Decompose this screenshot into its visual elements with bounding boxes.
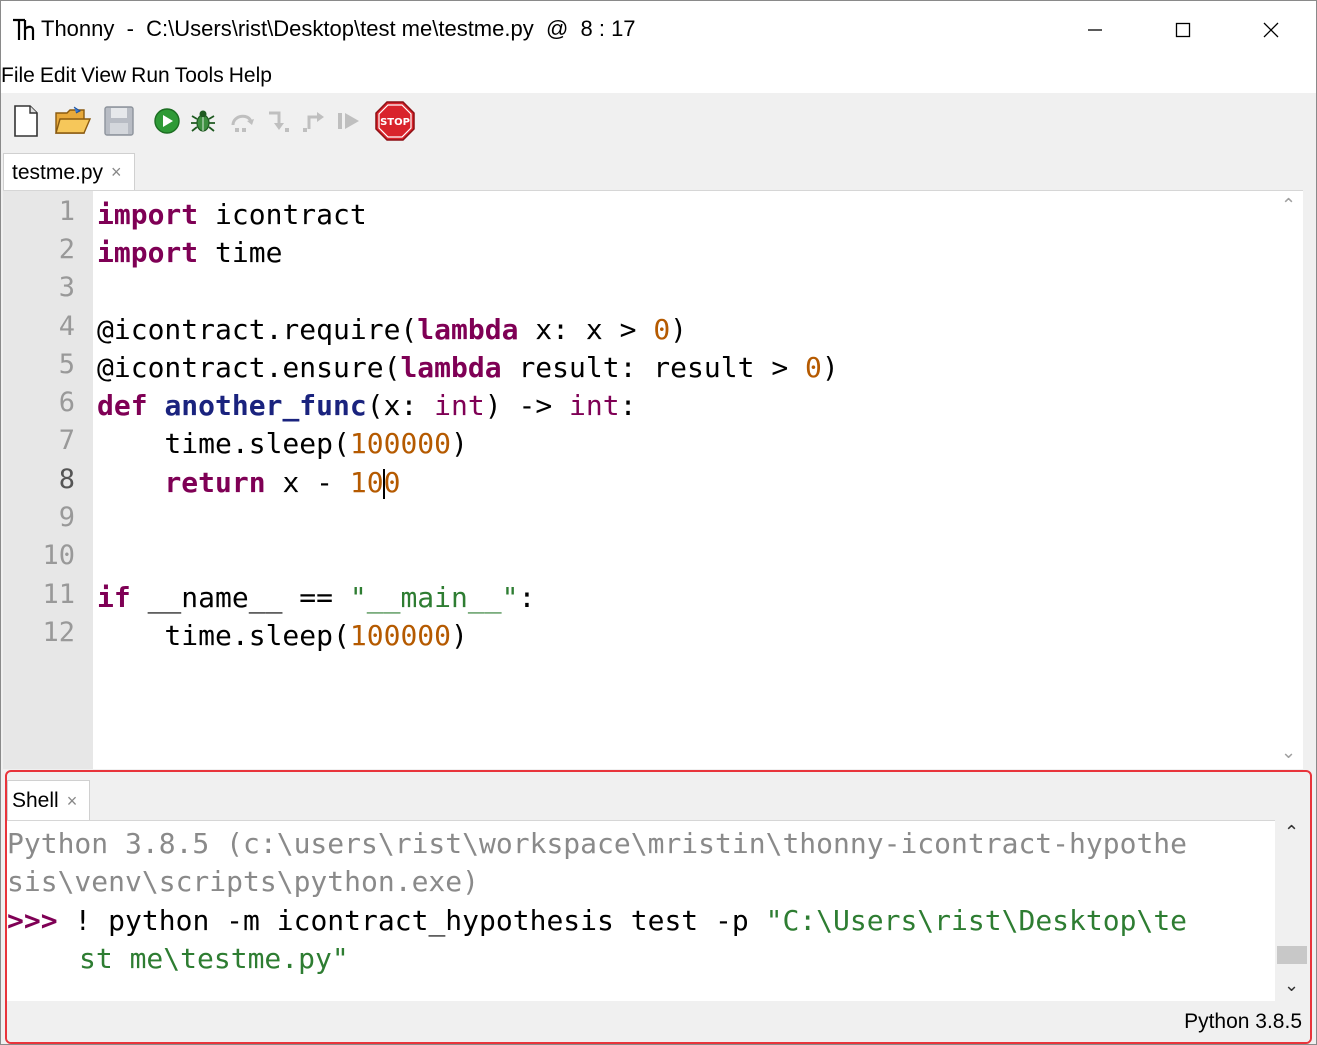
shell-scroll-up-icon[interactable]: ⌃ (1284, 822, 1299, 843)
code-line: def another_func(x: int) -> int: (97, 389, 637, 422)
editor-scrollbar[interactable]: ⌃ ⌄ (1275, 191, 1303, 769)
shell-tab-label: Shell (12, 789, 59, 812)
menu-run[interactable]: Run (131, 64, 175, 88)
editor-tab-bar: testme.py × (1, 149, 1316, 191)
text-caret (382, 469, 385, 499)
title-bar: Thonny - C:\Users\rist\Desktop\test me\t… (1, 1, 1316, 59)
menu-help[interactable]: Help (229, 64, 277, 88)
shell-panel: Shell × Python 3.8.5 (c:\users\rist\work… (5, 770, 1312, 1044)
shell-scroll-thumb[interactable] (1277, 946, 1307, 964)
step-out-button[interactable] (299, 101, 331, 141)
open-file-button[interactable] (53, 101, 93, 141)
line-number: 12 (42, 617, 75, 648)
code-line-current: return x - 100 (164, 466, 401, 499)
shell-banner-line: sis\venv\scripts\python.exe) (7, 865, 480, 898)
menu-edit[interactable]: Edit (40, 64, 81, 88)
interpreter-status[interactable]: Python 3.8.5 (1184, 1010, 1302, 1034)
tab-label: testme.py (12, 160, 104, 184)
shell-command-path-continued: st me\testme.py" (79, 942, 349, 975)
shell-banner-line: Python 3.8.5 (c:\users\rist\workspace\mr… (7, 827, 1188, 860)
run-button[interactable] (151, 101, 183, 141)
run-icon (154, 108, 180, 134)
shell-tab-close-icon[interactable]: × (67, 791, 78, 812)
code-line: import icontract (97, 198, 367, 231)
code-line: import time (97, 236, 283, 269)
stop-label: STOP (380, 117, 410, 128)
close-button[interactable] (1227, 1, 1315, 59)
line-number: 11 (42, 579, 75, 610)
open-folder-icon (55, 106, 92, 134)
line-number: 4 (58, 311, 75, 342)
shell-scrollbar[interactable]: ⌃ ⌄ (1275, 820, 1310, 1000)
debug-button[interactable] (187, 101, 219, 141)
code-line: time.sleep(100000) (97, 427, 468, 460)
menu-bar: File Edit View Run Tools Help (1, 59, 1316, 93)
close-icon (1263, 22, 1279, 38)
shell-prompt: >>> (7, 904, 58, 937)
debug-bug-icon (191, 110, 215, 132)
shell-command-line: >>> ! python -m icontract_hypothesis tes… (7, 902, 1187, 940)
scroll-down-icon[interactable]: ⌄ (1281, 742, 1296, 763)
line-number: 6 (58, 387, 75, 418)
menu-file[interactable]: File (1, 64, 40, 88)
shell-output[interactable]: Python 3.8.5 (c:\users\rist\workspace\mr… (7, 820, 1275, 1001)
shell-command-path: "C:\Users\rist\Desktop\te (765, 904, 1188, 937)
window-title: Thonny - C:\Users\rist\Desktop\test me\t… (41, 16, 636, 41)
code-area[interactable]: import icontract import time @icontract.… (97, 191, 1273, 769)
line-number-current: 8 (58, 464, 75, 495)
tab-shell[interactable]: Shell × (7, 780, 91, 821)
line-number: 7 (58, 425, 75, 456)
thonny-window: Thonny - C:\Users\rist\Desktop\test me\t… (0, 0, 1317, 1045)
scroll-up-icon[interactable]: ⌃ (1281, 195, 1296, 216)
step-into-button[interactable] (263, 101, 295, 141)
save-icon (104, 106, 134, 136)
step-over-button[interactable] (227, 101, 259, 141)
code-line: if __name__ == "__main__": (97, 581, 536, 614)
new-file-button[interactable] (9, 101, 43, 141)
minimize-button[interactable] (1051, 1, 1139, 59)
toolbar: STOP (1, 93, 1316, 149)
code-line: time.sleep(100000) (97, 619, 468, 652)
line-number: 1 (58, 196, 75, 227)
line-number-gutter: 1 2 3 4 5 6 7 8 9 10 11 12 (3, 191, 93, 769)
line-number: 3 (58, 272, 75, 303)
resume-button[interactable] (333, 101, 365, 141)
step-into-icon (269, 111, 289, 132)
new-file-icon (14, 105, 38, 137)
code-line: @icontract.require(lambda x: x > 0) (97, 313, 688, 346)
status-bar: Python 3.8.5 (7, 1002, 1310, 1042)
thonny-logo-icon (13, 18, 35, 40)
menu-tools[interactable]: Tools (175, 64, 229, 88)
line-number: 5 (58, 349, 75, 380)
shell-scroll-down-icon[interactable]: ⌄ (1284, 975, 1299, 996)
minimize-icon (1088, 29, 1102, 31)
tab-close-icon[interactable]: × (111, 162, 122, 183)
resume-icon (338, 113, 359, 129)
menu-view[interactable]: View (81, 64, 131, 88)
maximize-button[interactable] (1139, 1, 1227, 59)
code-line: @icontract.ensure(lambda result: result … (97, 351, 839, 384)
tab-testme[interactable]: testme.py × (3, 153, 135, 191)
stop-icon: STOP (375, 101, 415, 141)
shell-command: ! python -m icontract_hypothesis test -p (57, 904, 766, 937)
line-number: 2 (58, 234, 75, 265)
code-editor[interactable]: 1 2 3 4 5 6 7 8 9 10 11 12 import icontr… (3, 190, 1303, 769)
step-out-icon (303, 112, 324, 132)
stop-button[interactable]: STOP (373, 101, 417, 141)
maximize-icon (1175, 22, 1191, 38)
line-number: 9 (58, 502, 75, 533)
step-over-icon (231, 114, 254, 132)
save-button[interactable] (101, 101, 137, 141)
line-number: 10 (42, 540, 75, 571)
